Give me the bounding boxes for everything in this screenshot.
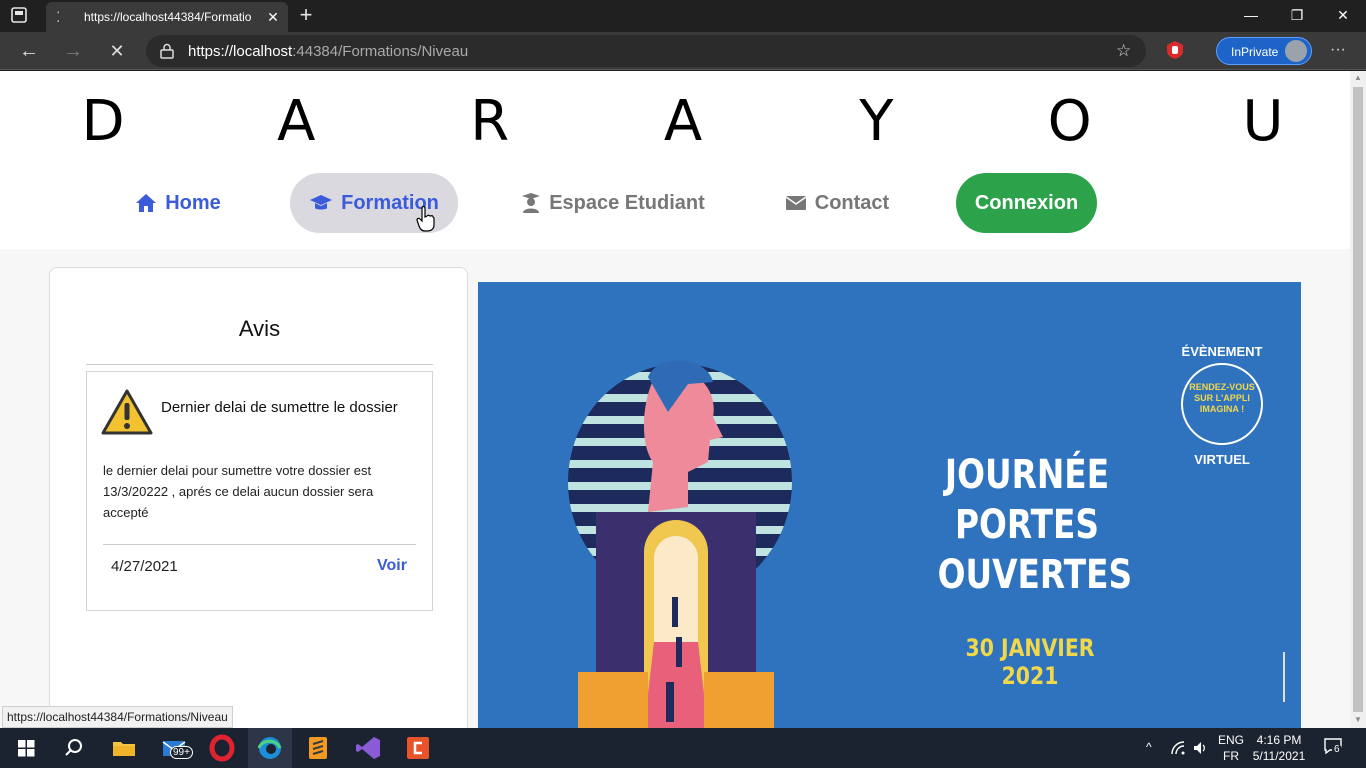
- scroll-down-icon[interactable]: ▼: [1353, 715, 1363, 724]
- status-bar-url: https://localhost44384/Formations/Niveau: [2, 706, 233, 728]
- mail-app-icon[interactable]: 99+: [160, 734, 196, 762]
- volume-icon[interactable]: [1192, 740, 1208, 756]
- voir-link[interactable]: Voir: [377, 557, 407, 575]
- connexion-button[interactable]: Connexion: [956, 173, 1097, 233]
- nav-espace-etudiant-link[interactable]: Espace Etudiant: [520, 173, 706, 233]
- badge-middle-text: RENDEZ-VOUS SUR L'APPLI IMAGINA !: [1189, 382, 1255, 414]
- windows-start-icon[interactable]: [12, 734, 40, 762]
- nav-etudiant-label: Espace Etudiant: [549, 191, 705, 214]
- notice-title: Dernier delai de sumettre le dossier: [161, 399, 398, 416]
- new-tab-button[interactable]: +: [294, 4, 318, 28]
- clock-time: 4:16 PM: [1256, 733, 1302, 747]
- stop-loading-button[interactable]: ✕: [104, 39, 130, 63]
- avis-title: Avis: [238, 316, 281, 341]
- mail-badge: 99+: [170, 746, 193, 759]
- brand-letter: A: [663, 89, 703, 154]
- show-hidden-icons[interactable]: ^: [1146, 740, 1152, 754]
- forward-button[interactable]: →: [60, 39, 86, 63]
- brand-letter: O: [1047, 89, 1092, 154]
- divider: [86, 364, 433, 365]
- inprivate-label: InPrivate: [1231, 45, 1279, 59]
- lock-icon[interactable]: [160, 43, 174, 59]
- warning-icon: [101, 389, 153, 435]
- network-icon[interactable]: [1170, 740, 1186, 756]
- search-icon[interactable]: [60, 734, 88, 762]
- adblock-extension-icon[interactable]: [1166, 40, 1184, 60]
- lang-top: ENG: [1217, 733, 1244, 747]
- badge-top-text: ÉVÈNEMENT: [1181, 344, 1263, 359]
- browser-tab-bar: ⁚ https://localhost44384/Formatio ✕ + — …: [0, 0, 1366, 32]
- windows-taskbar: 99+ ^ ENG FR 4:16 PM 5/11/2021 6: [0, 728, 1366, 768]
- system-clock[interactable]: 4:16 PM 5/11/2021: [1248, 732, 1310, 764]
- brand-letter: R: [470, 89, 510, 154]
- nav-home-label: Home: [165, 191, 221, 214]
- envelope-icon: [785, 196, 807, 210]
- banner-divider: [1283, 652, 1285, 702]
- add-favorite-icon[interactable]: ☆: [1116, 41, 1136, 61]
- address-bar-row: ← → ✕ https://localhost:44384/Formations…: [0, 32, 1366, 70]
- avis-card: Avis Dernier delai de sumettre le dossie…: [49, 267, 468, 728]
- tab-title: https://localhost44384/Formatio: [84, 10, 252, 24]
- notice-item: Dernier delai de sumettre le dossier le …: [86, 371, 433, 611]
- close-window-button[interactable]: ✕: [1320, 0, 1366, 30]
- app-c-icon[interactable]: [404, 734, 432, 762]
- student-icon: [522, 193, 541, 213]
- notice-body: le dernier delai pour sumettre votre dos…: [103, 463, 374, 520]
- banner-line: OUVERTES: [937, 552, 1133, 598]
- open-day-banner: JOURNÉE PORTES OUVERTES 30 JANVIER 2021 …: [478, 282, 1301, 728]
- banner-illustration: [568, 360, 792, 728]
- restore-button[interactable]: ❐: [1274, 0, 1320, 30]
- brand-letter: Y: [859, 89, 894, 154]
- hand-cursor-icon: [416, 206, 435, 232]
- graduation-cap-icon: [310, 195, 333, 210]
- tab-actions-icon[interactable]: [10, 6, 34, 26]
- divider: [103, 544, 416, 545]
- web-page: D A R A Y O U Home Formation Espace Etud…: [0, 71, 1350, 728]
- browser-tab[interactable]: ⁚ https://localhost44384/Formatio ✕: [46, 2, 288, 32]
- site-nav: Home Formation Espace Etudiant Contact C…: [0, 173, 1350, 235]
- banner-date: 30 JANVIER 2021: [965, 634, 1095, 690]
- nav-home-link[interactable]: Home: [128, 173, 228, 233]
- banner-line: JOURNÉE: [944, 452, 1110, 498]
- nav-contact-label: Contact: [814, 191, 890, 214]
- url-path: :44384/Formations/Niveau: [292, 43, 469, 60]
- site-brand: D A R A Y O U: [78, 89, 1288, 154]
- url-field[interactable]: https://localhost:44384/Formations/Nivea…: [146, 35, 1146, 67]
- nav-contact-link[interactable]: Contact: [780, 173, 894, 233]
- back-button[interactable]: ←: [16, 39, 42, 63]
- brand-letter: D: [81, 89, 125, 154]
- url-host: https://localhost: [188, 43, 293, 60]
- clock-date: 5/11/2021: [1252, 749, 1306, 763]
- scrollbar-thumb[interactable]: [1353, 87, 1363, 712]
- sublime-text-icon[interactable]: [304, 734, 332, 762]
- visual-studio-icon[interactable]: [354, 734, 382, 762]
- edge-icon[interactable]: [256, 734, 284, 762]
- virtual-event-badge: ÉVÈNEMENT RENDEZ-VOUS SUR L'APPLI IMAGIN…: [1178, 344, 1266, 470]
- inprivate-button[interactable]: InPrivate: [1216, 37, 1312, 65]
- minimize-button[interactable]: —: [1228, 0, 1274, 30]
- scroll-up-icon[interactable]: ▲: [1353, 73, 1363, 82]
- profile-avatar: [1285, 40, 1307, 62]
- banner-headline: JOURNÉE PORTES OUVERTES: [937, 450, 1133, 600]
- brand-letter: U: [1242, 89, 1284, 154]
- more-menu-icon[interactable]: ···: [1326, 38, 1350, 62]
- url-text: https://localhost:44384/Formations/Nivea…: [188, 43, 468, 60]
- badge-bottom-text: VIRTUEL: [1194, 452, 1250, 467]
- language-indicator[interactable]: ENG FR: [1214, 732, 1248, 764]
- loading-icon: ⁚: [56, 9, 61, 25]
- banner-line: PORTES: [954, 502, 1100, 548]
- close-tab-icon[interactable]: ✕: [264, 8, 282, 26]
- home-icon: [136, 194, 157, 212]
- notifications-button[interactable]: 6: [1324, 738, 1346, 758]
- opera-icon[interactable]: [208, 734, 236, 762]
- lang-bottom: FR: [1223, 749, 1239, 763]
- file-explorer-icon[interactable]: [110, 734, 138, 762]
- brand-letter: A: [277, 89, 316, 154]
- page-scrollbar[interactable]: ▲ ▼: [1350, 71, 1366, 728]
- notice-date: 4/27/2021: [111, 558, 178, 575]
- notification-count: 6: [1332, 744, 1342, 755]
